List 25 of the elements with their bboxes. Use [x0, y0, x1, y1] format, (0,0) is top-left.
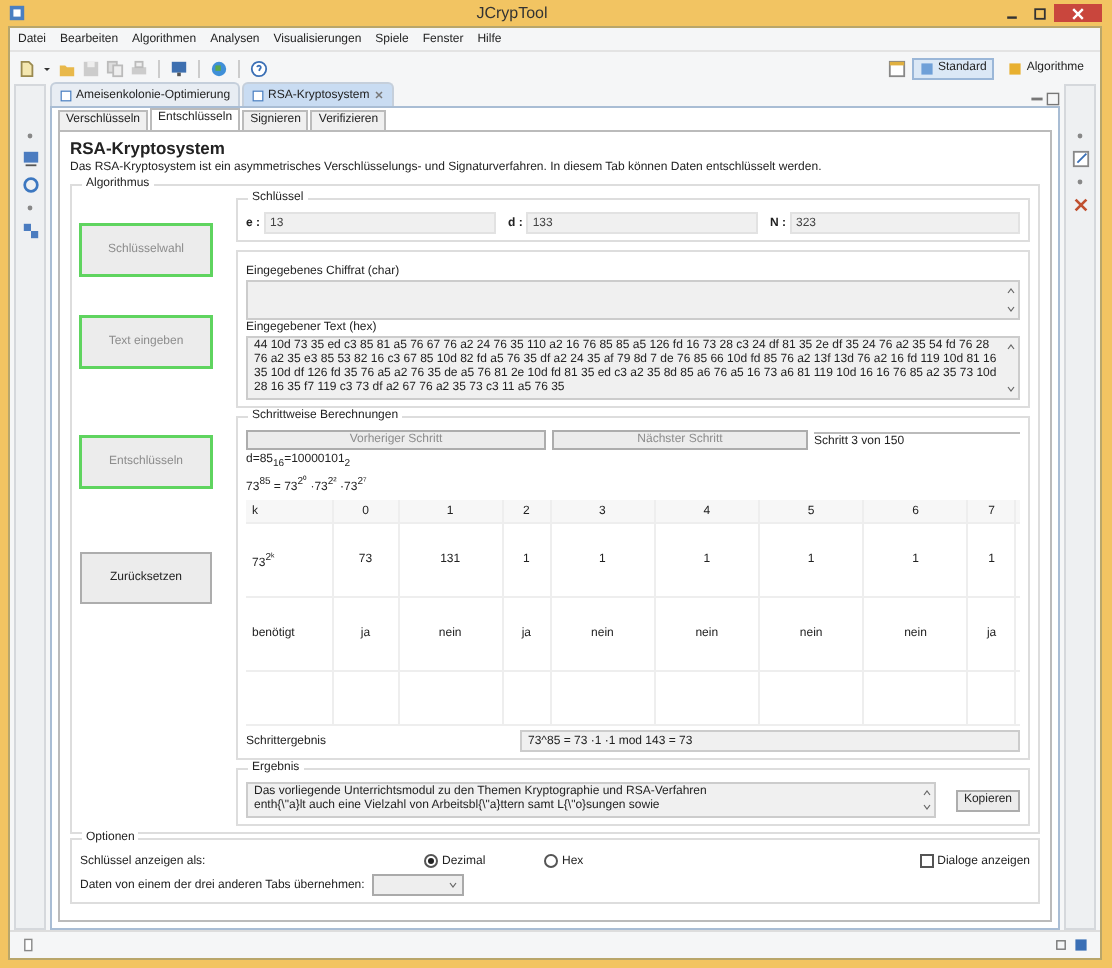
minimize-view-icon[interactable] — [1030, 92, 1044, 106]
monitor-icon[interactable] — [170, 59, 188, 77]
edit-icon[interactable] — [1071, 150, 1089, 168]
new-file-icon[interactable] — [18, 59, 36, 77]
close-icon — [1072, 7, 1084, 19]
editor-icon — [60, 89, 72, 101]
perspective-icon — [1008, 61, 1023, 75]
copy-icon[interactable] — [106, 59, 124, 77]
page-heading: RSA-Kryptosystem — [70, 138, 227, 158]
maximize-view-icon[interactable] — [1046, 92, 1060, 106]
radio-button[interactable] — [544, 854, 558, 869]
app-icon[interactable] — [8, 4, 26, 22]
globe-icon[interactable] — [210, 59, 228, 77]
window-title: JCrypTool — [474, 4, 550, 22]
print-icon[interactable] — [130, 59, 148, 77]
perspective-icon — [919, 61, 934, 75]
close-button[interactable] — [1054, 4, 1102, 22]
restore-icon[interactable] — [1054, 938, 1068, 952]
layout-icon[interactable] — [887, 59, 906, 77]
radio-button[interactable] — [424, 854, 438, 869]
help-icon[interactable] — [250, 59, 268, 77]
maximize-icon — [1034, 7, 1046, 19]
computer-icon[interactable] — [21, 150, 39, 168]
editor-icon — [252, 89, 265, 101]
close-icon[interactable] — [373, 90, 384, 100]
